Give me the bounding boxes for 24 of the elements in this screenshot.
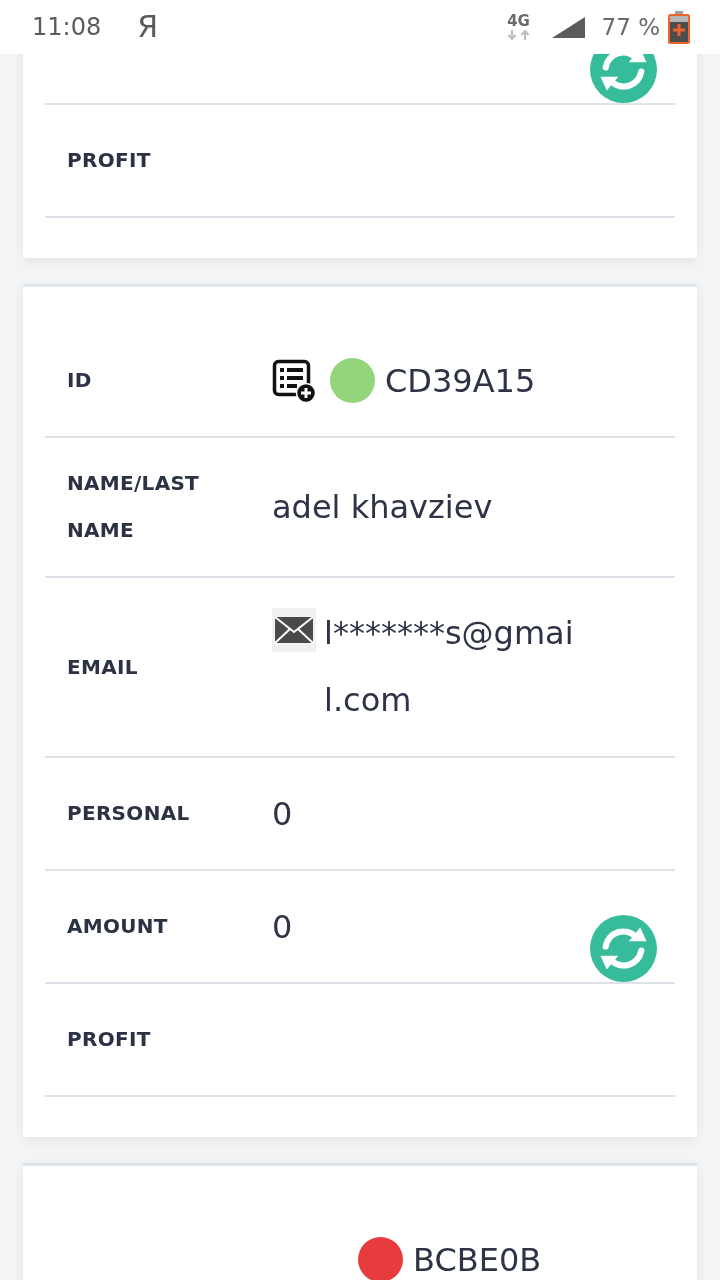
field-label: AMOUNT [67, 913, 168, 940]
field-value: 0 [272, 908, 293, 945]
network-type: 4G [507, 13, 530, 29]
signal-icon [551, 16, 585, 38]
data-arrows-icon [505, 29, 532, 41]
field-label: NAME/LAST NAME [67, 470, 201, 544]
list-add-icon[interactable] [272, 358, 316, 403]
email-value: l*******s@gmail.com [324, 613, 575, 721]
envelope-icon [272, 608, 316, 652]
field-label: PROFIT [67, 147, 151, 174]
status-time: 11:08 [32, 13, 102, 41]
refresh-icon[interactable] [590, 915, 657, 982]
battery-percent: 77 % [601, 13, 660, 41]
field-label: ID [67, 367, 92, 394]
field-value: adel khavziev [272, 489, 493, 525]
field-label: PERSONAL [67, 800, 190, 827]
id-value: CD39A15 [385, 362, 536, 399]
field-label: EMAIL [67, 653, 138, 681]
refresh-icon[interactable] [590, 54, 657, 103]
battery-icon [668, 10, 690, 44]
id-value: BCBE0B [413, 1241, 542, 1278]
field-value: 0 [272, 795, 293, 832]
field-label: PROFIT [67, 1026, 151, 1053]
notification-letter: Я [137, 10, 159, 44]
